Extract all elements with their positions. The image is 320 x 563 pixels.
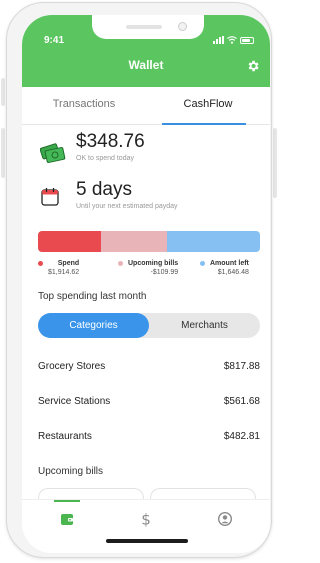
calendar-icon xyxy=(41,188,59,206)
category-name: Restaurants xyxy=(38,431,92,442)
list-item[interactable]: Restaurants $482.81 xyxy=(38,431,260,442)
payday-block: 5 days Until your next estimated payday xyxy=(76,179,178,211)
bar-segment-amount-left xyxy=(166,231,260,252)
upcoming-bills-title: Upcoming bills xyxy=(38,466,104,477)
battery-icon xyxy=(240,36,254,44)
volume-down-button xyxy=(1,128,5,178)
volume-up-button xyxy=(1,78,5,106)
speaker xyxy=(126,25,162,29)
spend-today-row xyxy=(40,140,66,164)
toggle-merchants[interactable]: Merchants xyxy=(149,313,260,338)
bar-segment-upcoming-bills xyxy=(101,231,167,252)
status-icons xyxy=(213,36,254,44)
wallet-icon[interactable] xyxy=(59,511,75,527)
gear-icon[interactable] xyxy=(246,59,260,73)
categories-merchants-toggle: Merchants Categories xyxy=(38,313,260,338)
legend-spend: Spend $1,914.62 xyxy=(38,259,79,277)
power-button xyxy=(273,128,277,198)
spend-today-caption: OK to spend today xyxy=(76,155,134,162)
category-name: Service Stations xyxy=(38,396,111,407)
active-nav-indicator xyxy=(54,500,80,502)
phone-screen: 9:41 Wallet Transactions CashFlow $348.7… xyxy=(22,15,270,553)
spend-today-block: $348.76 OK to spend today xyxy=(76,131,145,163)
notch xyxy=(92,15,204,39)
profile-icon[interactable] xyxy=(217,511,233,527)
phone-frame: 9:41 Wallet Transactions CashFlow $348.7… xyxy=(6,2,272,558)
legend-amount-left: Amount left $1,646.48 xyxy=(200,259,249,277)
status-time: 9:41 xyxy=(44,35,65,46)
bar-segment-spend xyxy=(38,231,102,252)
legend-upcoming-value: -$109.99 xyxy=(150,269,179,276)
tab-cashflow[interactable]: CashFlow xyxy=(146,87,270,125)
home-indicator xyxy=(106,539,188,543)
payday-amount: 5 days xyxy=(76,179,132,200)
wifi-icon xyxy=(227,36,237,44)
money-icon xyxy=(40,143,66,163)
dollar-icon[interactable]: $ xyxy=(138,511,154,527)
spend-dot xyxy=(38,261,43,266)
active-tab-indicator xyxy=(162,123,246,125)
legend-spend-label: Spend xyxy=(57,260,80,267)
signal-icon xyxy=(213,36,224,44)
legend-upcoming-label: Upcoming bills xyxy=(128,260,179,267)
legend-amount-left-value: $1,646.48 xyxy=(217,269,249,276)
category-amount: $561.68 xyxy=(223,396,260,407)
payday-caption: Until your next estimated payday xyxy=(76,203,178,210)
list-item[interactable]: Grocery Stores $817.88 xyxy=(38,361,260,372)
category-amount: $817.88 xyxy=(223,361,260,372)
top-spending-title: Top spending last month xyxy=(38,291,147,302)
list-item[interactable]: Service Stations $561.68 xyxy=(38,396,260,407)
category-amount: $482.81 xyxy=(223,431,260,442)
bottom-nav: $ xyxy=(22,499,270,553)
amount-left-dot xyxy=(200,261,205,266)
tab-transactions[interactable]: Transactions xyxy=(22,87,146,125)
app-header: 9:41 Wallet xyxy=(22,15,270,87)
cashflow-bar xyxy=(38,231,260,252)
tab-bar: Transactions CashFlow xyxy=(22,87,270,125)
page-title: Wallet xyxy=(128,58,164,72)
legend-spend-value: $1,914.62 xyxy=(48,269,80,276)
toggle-categories[interactable]: Categories xyxy=(38,313,149,338)
front-camera xyxy=(178,22,187,31)
spend-today-amount: $348.76 xyxy=(76,131,145,152)
category-name: Grocery Stores xyxy=(38,361,106,372)
payday-row xyxy=(40,187,60,207)
legend-amount-left-label: Amount left xyxy=(210,260,249,267)
svg-text:$: $ xyxy=(141,511,151,527)
legend-upcoming-bills: Upcoming bills -$109.99 xyxy=(118,259,178,277)
upcoming-bills-dot xyxy=(118,261,123,266)
